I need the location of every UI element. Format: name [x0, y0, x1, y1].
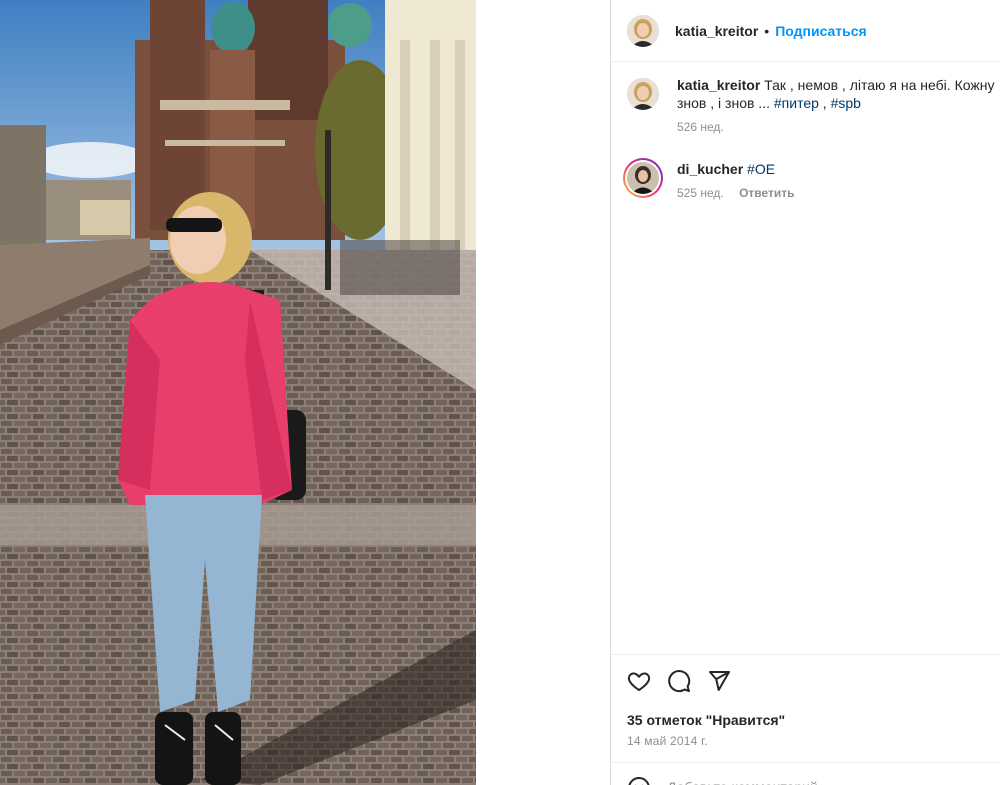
- comment-hashtag[interactable]: #OE: [747, 161, 775, 177]
- hashtag-piter[interactable]: #питер: [774, 95, 819, 111]
- separator-dot: •: [764, 22, 770, 39]
- add-comment-bar: [611, 762, 1000, 785]
- caption-author[interactable]: katia_kreitor: [677, 77, 760, 93]
- comment-age[interactable]: 525 нед.: [677, 186, 724, 200]
- post-actions: 35 отметок "Нравится" 14 май 2014 г.: [611, 654, 1000, 748]
- caption-line2-row: знов , і знов ... #питер , #spb: [677, 94, 1000, 112]
- heart-icon[interactable]: [627, 669, 651, 693]
- post-photo-image: [0, 0, 476, 785]
- caption-meta: 526 нед.: [677, 120, 1000, 134]
- comment-meta: 525 нед. Ответить: [677, 186, 1000, 200]
- caption-line1: Так , немов , літаю я на небі. Кожну: [764, 77, 995, 93]
- share-icon[interactable]: [707, 669, 731, 693]
- photo-letterbox: [476, 0, 610, 785]
- caption-author-avatar[interactable]: [627, 78, 659, 110]
- comment-icon[interactable]: [667, 669, 691, 693]
- commenter-avatar: [627, 162, 659, 194]
- comment-item: di_kucher #OE 525 нед. Ответить: [623, 158, 1000, 200]
- story-ring[interactable]: [623, 158, 663, 198]
- commenter-username[interactable]: di_kucher: [677, 161, 743, 177]
- likes-count[interactable]: 35 отметок "Нравится": [627, 712, 1000, 728]
- post-photo[interactable]: [0, 0, 476, 785]
- caption-comment: katia_kreitor Так , немов , літаю я на н…: [627, 76, 1000, 134]
- hashtag-separator: ,: [818, 95, 831, 111]
- follow-button[interactable]: Подписаться: [775, 23, 867, 39]
- author-username[interactable]: katia_kreitor: [675, 23, 758, 39]
- comments-list[interactable]: katia_kreitor Так , немов , літаю я на н…: [611, 62, 1000, 654]
- post-header: katia_kreitor • Подписаться: [611, 0, 1000, 62]
- reply-button[interactable]: Ответить: [739, 186, 794, 200]
- post-date[interactable]: 14 май 2014 г.: [627, 734, 1000, 748]
- caption-text: katia_kreitor Так , немов , літаю я на н…: [677, 76, 1000, 94]
- emoji-icon[interactable]: [627, 776, 651, 785]
- post-details-panel: katia_kreitor • Подписаться katia_kreito…: [610, 0, 1000, 785]
- caption-line2: знов , і знов ...: [677, 95, 774, 111]
- comment-input[interactable]: [667, 778, 967, 785]
- hashtag-spb[interactable]: #spb: [831, 95, 861, 111]
- action-icons: [627, 667, 1000, 695]
- caption-age[interactable]: 526 нед.: [677, 120, 724, 134]
- comment-text: di_kucher #OE: [677, 160, 1000, 178]
- author-avatar[interactable]: [627, 14, 659, 47]
